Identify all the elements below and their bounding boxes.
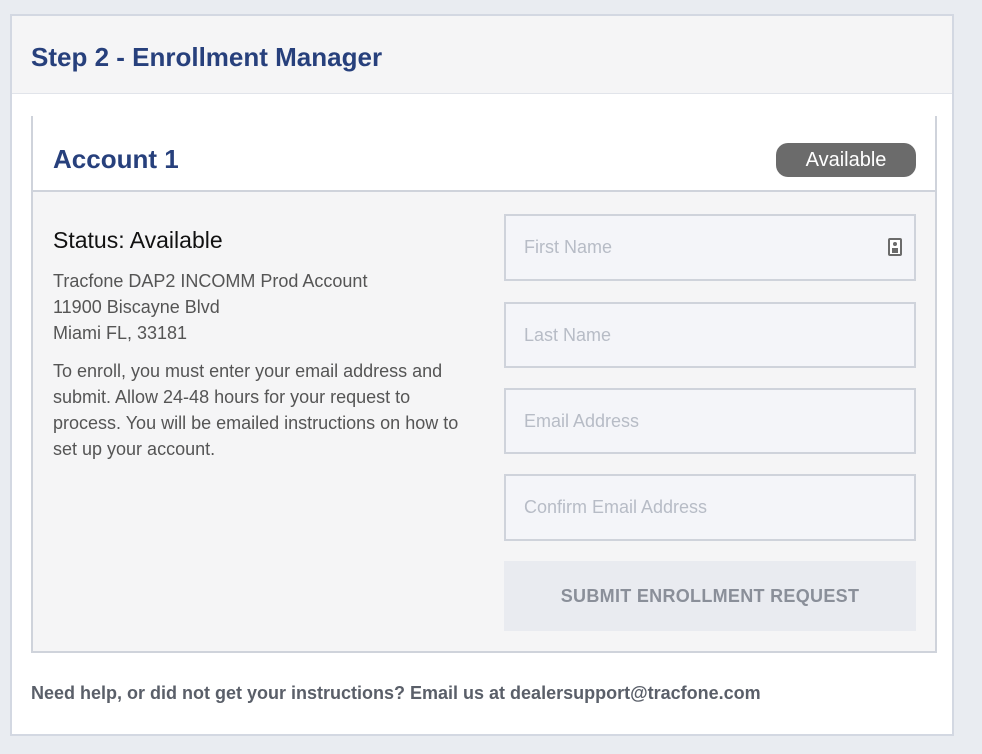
last-name-field [504,302,916,368]
last-name-input[interactable] [506,304,914,366]
account-header: Account 1 Available [33,116,935,192]
account-card: Account 1 Available Status: Available Tr… [31,116,937,653]
email-input[interactable] [506,390,914,452]
help-text: Need help, or did not get your instructi… [31,683,761,703]
status-text: Status: Available [53,227,223,253]
email-field [504,388,916,454]
page-title: Step 2 - Enrollment Manager [31,42,383,72]
confirm-email-input[interactable] [506,476,914,539]
account-title: Account 1 [53,144,179,174]
address-line-1: Tracfone DAP2 INCOMM Prod Account [53,271,368,291]
status-badge: Available [776,143,916,177]
address-line-2: 11900 Biscayne Blvd [53,297,220,317]
contact-card-icon[interactable] [888,238,902,256]
contact-card-icon-body [892,248,898,253]
account-info: Status: Available Tracfone DAP2 INCOMM P… [53,226,473,462]
submit-enrollment-button[interactable]: SUBMIT ENROLLMENT REQUEST [504,561,916,631]
first-name-input[interactable] [506,216,914,279]
address-line-3: Miami FL, 33181 [53,323,188,343]
contact-card-icon-head [893,242,897,246]
panel-header: Step 2 - Enrollment Manager [12,16,952,94]
enroll-instructions: To enroll, you must enter your email add… [53,361,459,459]
enrollment-panel: Step 2 - Enrollment Manager Account 1 Av… [10,14,954,736]
confirm-email-field [504,474,916,541]
first-name-field [504,214,916,281]
